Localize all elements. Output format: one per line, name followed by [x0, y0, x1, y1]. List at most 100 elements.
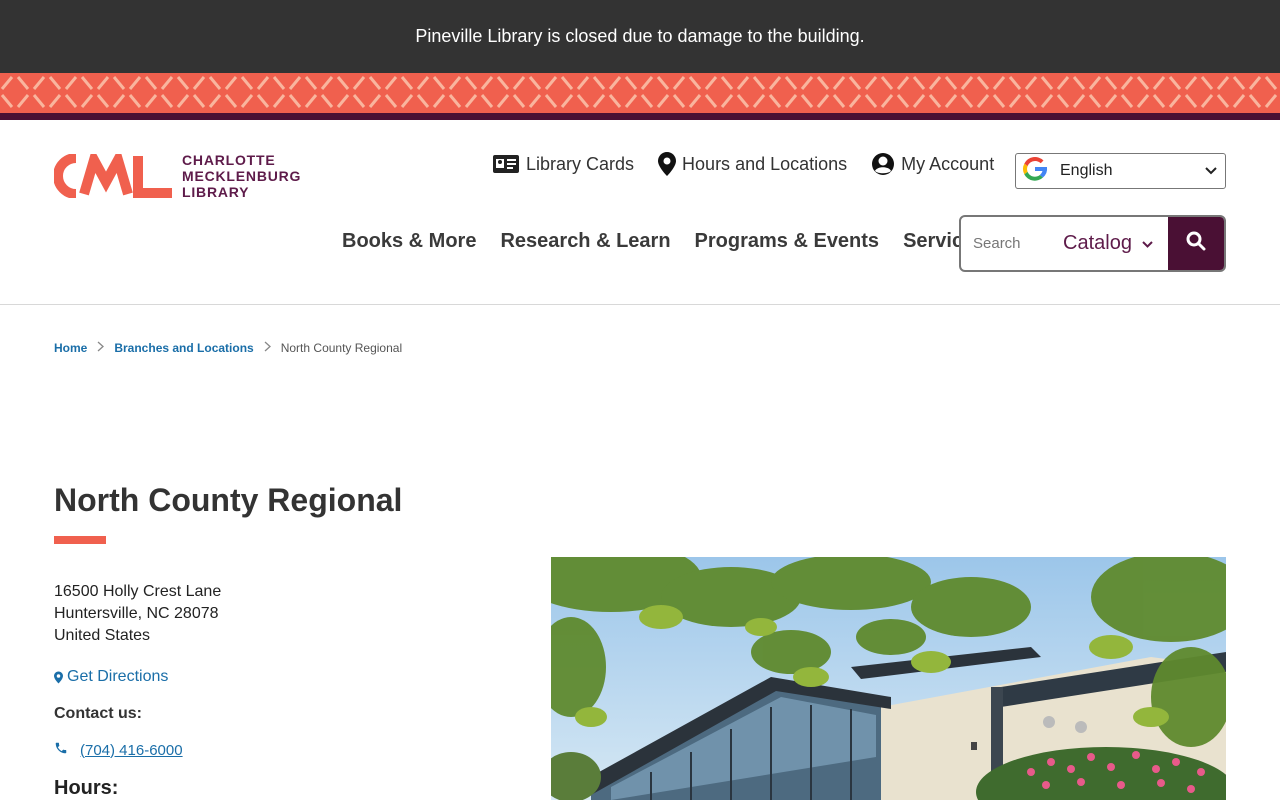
pattern-dash — [992, 76, 1006, 90]
site-logo[interactable]: CHARLOTTE MECKLENBURG LIBRARY — [54, 152, 301, 200]
pattern-dash — [512, 76, 526, 90]
pattern-dash — [336, 94, 350, 108]
pattern-dash — [352, 76, 366, 90]
pattern-dash — [1200, 76, 1214, 90]
chevron-down-icon — [1142, 237, 1153, 251]
pattern-dash — [608, 94, 622, 108]
pattern-dash — [672, 76, 686, 90]
pattern-dash — [1120, 76, 1134, 90]
pattern-dash — [800, 94, 814, 108]
pattern-dash — [176, 94, 190, 108]
pattern-dash — [656, 76, 670, 90]
pattern-dash — [1056, 94, 1070, 108]
pattern-dash — [800, 76, 814, 90]
pattern-dash — [640, 94, 654, 108]
alert-banner: Pineville Library is closed due to damag… — [0, 0, 1280, 73]
pattern-graphic — [0, 76, 1278, 108]
pattern-dash — [544, 76, 558, 90]
pattern-dash — [992, 94, 1006, 108]
breadcrumb-current: North County Regional — [280, 341, 403, 355]
user-circle-icon — [871, 152, 895, 176]
address-line-2: Huntersville, NC 28078 — [54, 605, 219, 622]
pattern-dash — [96, 76, 110, 90]
pattern-dash — [48, 94, 62, 108]
pattern-dash — [320, 76, 334, 90]
library-cards-link[interactable]: Library Cards — [492, 154, 634, 175]
pattern-dash — [704, 94, 718, 108]
pattern-dash — [960, 94, 974, 108]
breadcrumb-home[interactable]: Home — [54, 341, 87, 355]
pattern-dash — [80, 76, 94, 90]
map-marker-icon — [658, 152, 677, 176]
pattern-dash — [1248, 76, 1262, 90]
title-accent-underline — [54, 536, 106, 544]
search-box: Catalog — [959, 215, 1226, 272]
pattern-dash — [432, 94, 446, 108]
pattern-dash — [1216, 76, 1230, 90]
nav-books-more[interactable]: Books & More — [342, 230, 476, 253]
library-cards-label: Library Cards — [526, 153, 635, 174]
my-account-link[interactable]: My Account — [871, 152, 994, 176]
hours-locations-link[interactable]: Hours and Locations — [658, 152, 847, 176]
nav-programs-events[interactable]: Programs & Events — [695, 230, 880, 253]
logo-line-1: CHARLOTTE — [182, 152, 276, 168]
pattern-dash — [144, 94, 158, 108]
pattern-dash — [464, 94, 478, 108]
pattern-dash — [160, 76, 174, 90]
contact-label: Contact us: — [54, 705, 142, 722]
logo-line-2: MECKLENBURG — [182, 168, 302, 184]
pattern-dash — [912, 94, 926, 108]
search-button[interactable] — [1167, 217, 1224, 270]
hours-heading: Hours: — [54, 777, 119, 799]
pattern-dash — [720, 94, 734, 108]
language-select[interactable]: English — [1015, 153, 1226, 189]
pattern-dash — [304, 94, 318, 108]
pattern-dash — [496, 76, 510, 90]
utility-nav: Library Cards Hours and Locations My Acc… — [492, 148, 1018, 180]
pattern-dash — [928, 94, 942, 108]
pattern-dash — [848, 76, 862, 90]
logo-wordmark: CHARLOTTE MECKLENBURG LIBRARY — [182, 152, 301, 200]
pattern-dash — [1136, 76, 1150, 90]
pattern-dash — [1248, 94, 1262, 108]
pattern-dash — [688, 76, 702, 90]
pattern-dash — [688, 94, 702, 108]
pattern-dash — [432, 76, 446, 90]
pattern-dash — [1072, 76, 1086, 90]
hours-locations-label: Hours and Locations — [682, 153, 848, 174]
phone-link[interactable]: (704) 416-6000 — [80, 742, 183, 759]
pattern-dash — [560, 76, 574, 90]
pattern-dash — [816, 76, 830, 90]
pattern-dash — [112, 76, 126, 90]
pattern-dash — [464, 76, 478, 90]
pattern-dash — [224, 76, 238, 90]
chevron-down-icon — [1205, 164, 1217, 178]
pattern-dash — [880, 94, 894, 108]
my-account-label: My Account — [901, 153, 995, 174]
pattern-dash — [48, 76, 62, 90]
pattern-dash — [1152, 94, 1166, 108]
pattern-dash — [0, 76, 14, 90]
pattern-dash — [1040, 76, 1054, 90]
pattern-dash — [1152, 76, 1166, 90]
pattern-dash — [864, 76, 878, 90]
pattern-dash — [1088, 76, 1102, 90]
pattern-dash — [224, 94, 238, 108]
pattern-dash — [768, 94, 782, 108]
pattern-dash — [1120, 94, 1134, 108]
pattern-dash — [368, 94, 382, 108]
main-nav: Books & More Research & Learn Programs &… — [342, 230, 985, 253]
search-input[interactable] — [961, 217, 1051, 270]
pattern-dash — [1024, 94, 1038, 108]
pattern-dash — [512, 94, 526, 108]
pattern-dash — [208, 94, 222, 108]
page-title: North County Regional — [54, 482, 403, 518]
breadcrumb-branches[interactable]: Branches and Locations — [114, 341, 253, 355]
pattern-dash — [816, 94, 830, 108]
nav-research-learn[interactable]: Research & Learn — [500, 230, 670, 253]
get-directions-link[interactable]: Get Directions — [54, 668, 168, 686]
pattern-dash — [1232, 76, 1246, 90]
pattern-dash — [1024, 76, 1038, 90]
search-scope-select[interactable]: Catalog — [1051, 217, 1168, 270]
pattern-dash — [896, 76, 910, 90]
